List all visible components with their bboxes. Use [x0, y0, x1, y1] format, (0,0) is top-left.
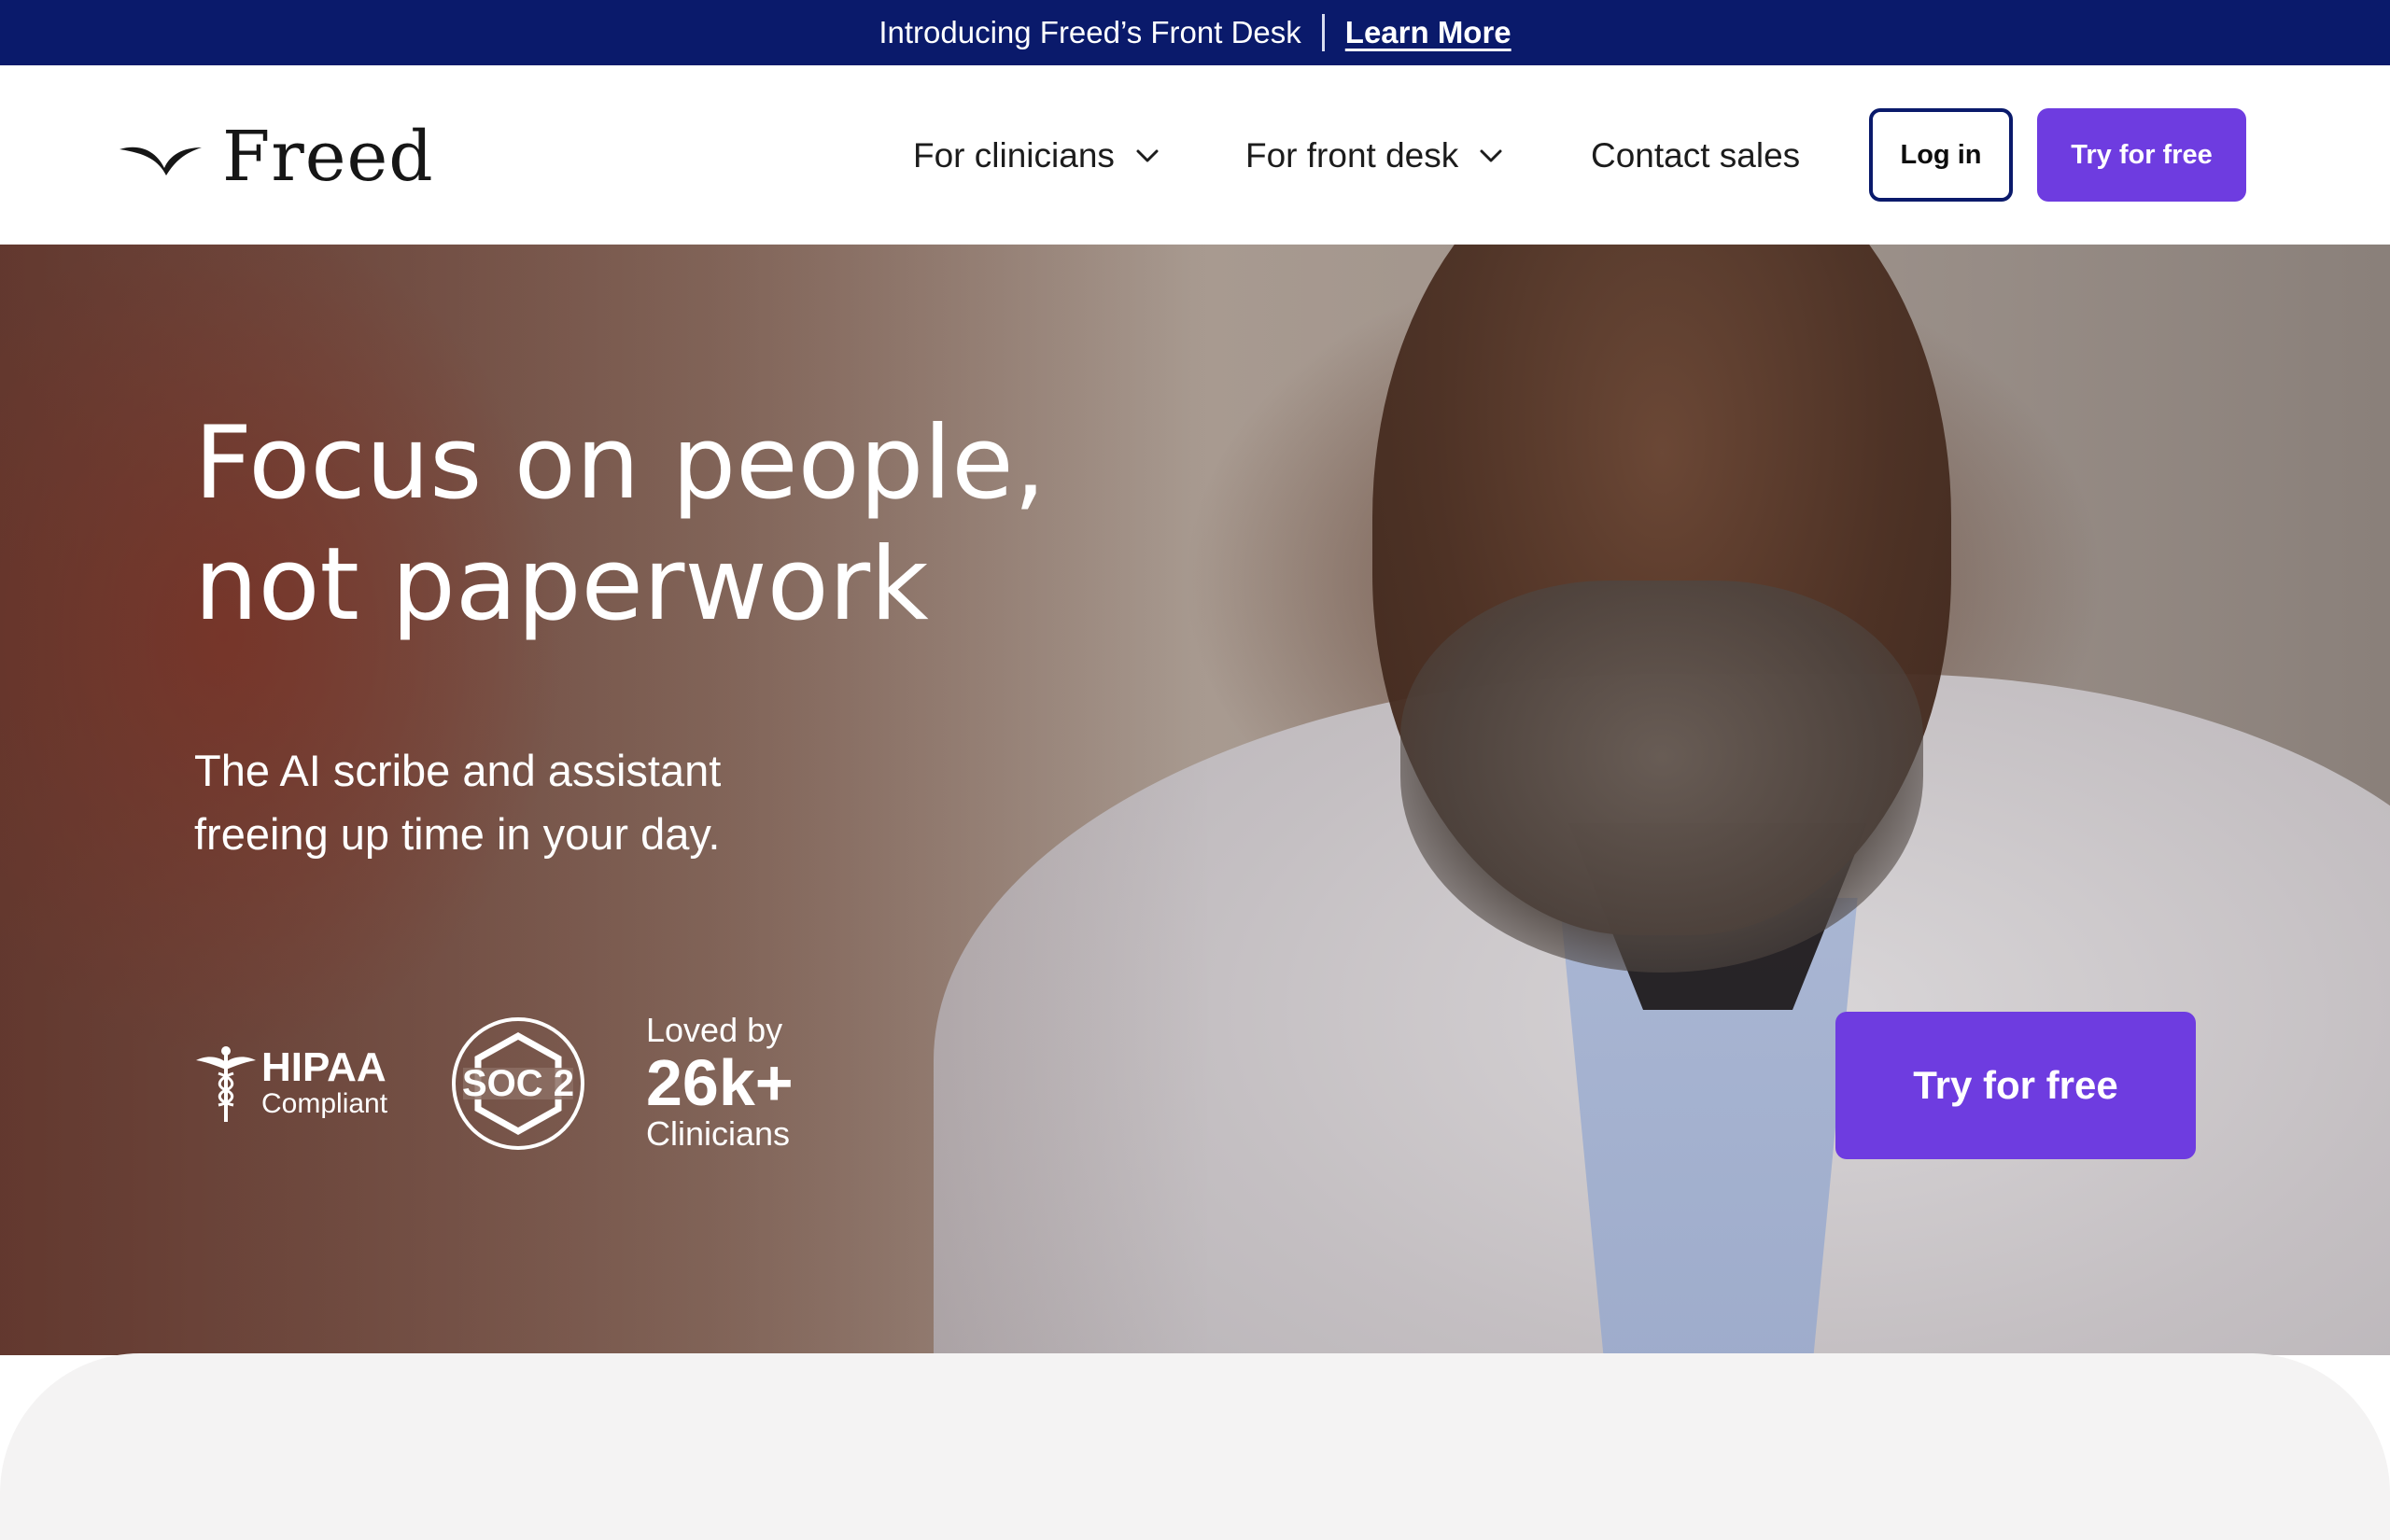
loved-by-text: Loved by [646, 1011, 783, 1049]
login-button[interactable]: Log in [1869, 108, 2013, 202]
hero-subtitle: The AI scribe and assistant freeing up t… [194, 739, 922, 866]
chevron-down-icon [1136, 149, 1159, 162]
hipaa-title: HIPAA [261, 1044, 387, 1090]
nav-contact-sales[interactable]: Contact sales [1591, 123, 1800, 189]
nav-for-clinicians-label: For clinicians [913, 136, 1115, 175]
hero-title: Focus on people, not paperwork [194, 403, 1128, 646]
nav-for-front-desk[interactable]: For front desk [1245, 123, 1503, 189]
freed-wing-logo-icon [120, 147, 202, 175]
hipaa-badge: HIPAA Compliant [192, 1042, 387, 1126]
nav-for-front-desk-label: For front desk [1245, 136, 1459, 175]
announcement-divider [1321, 14, 1325, 51]
logo[interactable]: Freed [118, 117, 434, 197]
loved-by-count: 26k+ [646, 1046, 794, 1119]
hero-photo-beard [1400, 581, 1923, 973]
caduceus-icon [196, 1046, 256, 1122]
hero-section: Focus on people, not paperwork The AI sc… [0, 245, 2390, 1355]
logo-text: Freed [222, 117, 434, 197]
try-for-free-nav-button[interactable]: Try for free [2037, 108, 2246, 202]
announcement-text: Introducing Freed’s Front Desk [879, 15, 1301, 49]
hero-title-line-1: Focus on people, [194, 405, 1047, 522]
nav-for-clinicians[interactable]: For clinicians [913, 123, 1160, 189]
hero-subtitle-line-2: freeing up time in your day. [194, 809, 721, 859]
announcement-bar: Introducing Freed’s Front Desk Learn Mor… [0, 0, 2390, 65]
chevron-down-icon [1480, 149, 1502, 162]
loved-by-badge: Loved by 26k+ Clinicians [646, 1012, 794, 1152]
site-header: Freed For clinicians For front desk Cont… [0, 65, 2390, 245]
learn-more-link[interactable]: Learn More [1345, 15, 1511, 50]
soc2-badge-icon: SOC 2 [452, 1017, 584, 1150]
try-for-free-hero-button[interactable]: Try for free [1835, 1012, 2196, 1159]
nav-contact-sales-label: Contact sales [1591, 136, 1801, 175]
soc2-badge: SOC 2 [450, 1015, 586, 1156]
hipaa-subtitle: Compliant [261, 1088, 388, 1119]
next-section-panel [0, 1353, 2390, 1540]
hero-subtitle-line-1: The AI scribe and assistant [194, 746, 722, 795]
hero-title-line-2: not paperwork [194, 526, 929, 643]
soc2-label: SOC 2 [462, 1063, 574, 1104]
loved-by-unit: Clinicians [646, 1114, 791, 1153]
